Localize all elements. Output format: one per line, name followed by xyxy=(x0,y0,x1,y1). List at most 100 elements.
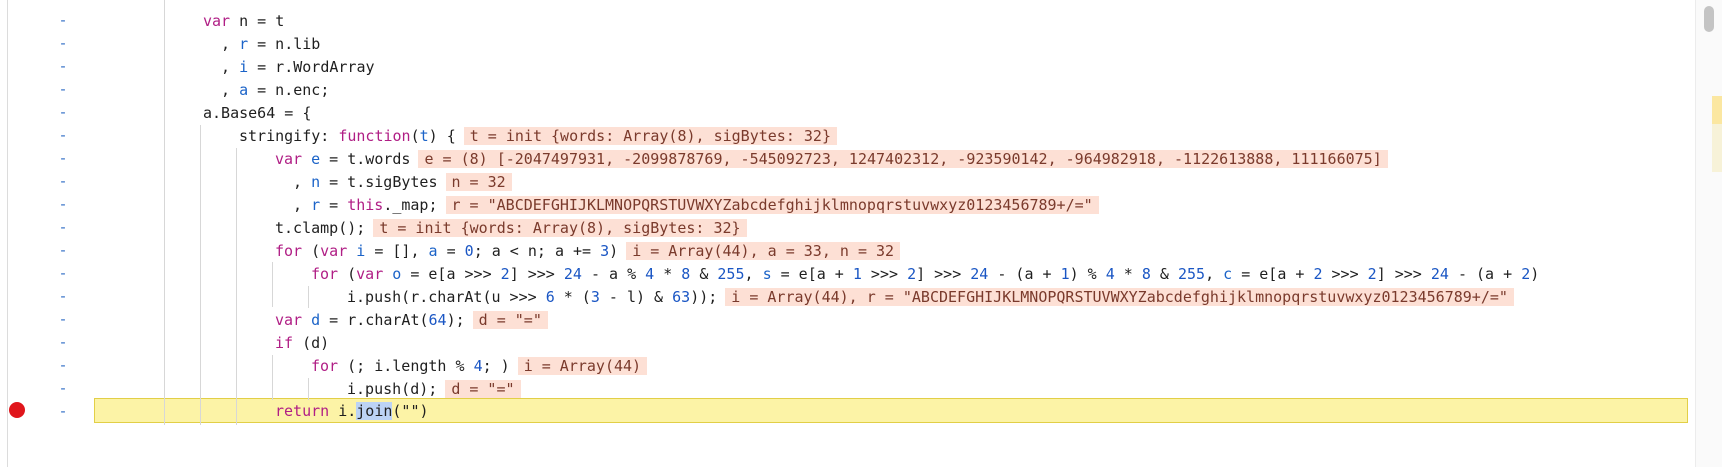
gutter-marker[interactable]: - xyxy=(58,238,68,263)
gutter-marker[interactable]: - xyxy=(58,77,68,102)
number-literal: 1 xyxy=(852,265,862,283)
inline-value[interactable]: d = "=" xyxy=(445,380,521,398)
gutter-marker[interactable]: - xyxy=(58,100,68,125)
gutter-marker[interactable]: - xyxy=(58,330,68,355)
code-line[interactable]: for (; i.length % 4; ) i = Array(44) xyxy=(311,354,648,379)
identifier: n xyxy=(311,173,321,191)
gutter-marker[interactable]: - xyxy=(58,146,68,171)
gutter-marker[interactable]: - xyxy=(58,353,68,378)
code-line[interactable]: for (var o = e[a >>> 2] >>> 24 - a % 4 *… xyxy=(311,262,1539,287)
number-literal: 1 xyxy=(1060,265,1070,283)
code-text: = [], xyxy=(365,242,429,260)
inline-value[interactable]: i = Array(44) xyxy=(517,357,648,375)
keyword: for xyxy=(311,265,339,283)
number-literal: 6 xyxy=(545,288,555,306)
gutter-marker[interactable]: - xyxy=(58,31,68,56)
keyword: var xyxy=(203,12,231,30)
identifier: a xyxy=(428,242,438,260)
code-line[interactable]: var n = t xyxy=(203,9,284,34)
code-text: = e[a + xyxy=(771,265,853,283)
code-line[interactable]: , r = n.lib xyxy=(221,32,320,57)
code-text: ) % xyxy=(1069,265,1106,283)
gutter-marker[interactable]: - xyxy=(58,8,68,33)
code-line[interactable]: , r = this._map; r = "ABCDEFGHIJKLMNOPQRS… xyxy=(293,193,1099,218)
identifier: i xyxy=(239,58,249,76)
number-literal: 8 xyxy=(1141,265,1151,283)
scrollbar-thumb[interactable] xyxy=(1704,6,1714,32)
inline-value[interactable]: i = Array(44), r = "ABCDEFGHIJKLMNOPQRST… xyxy=(725,288,1514,306)
identifier: r xyxy=(239,35,249,53)
inline-value[interactable]: n = 32 xyxy=(445,173,512,191)
number-literal: 4 xyxy=(645,265,655,283)
inline-value[interactable]: r = "ABCDEFGHIJKLMNOPQRSTUVWXYZabcdefghi… xyxy=(445,196,1099,214)
code-text: ] >>> xyxy=(509,265,564,283)
indent-guide xyxy=(236,148,237,425)
code-text: a.Base64 = { xyxy=(203,104,312,122)
code-line[interactable]: var e = t.words e = (8) [-2047497931, -20… xyxy=(275,147,1388,172)
code-text: = t.sigBytes xyxy=(320,173,438,191)
number-literal: 63 xyxy=(672,288,691,306)
identifier: r xyxy=(311,196,321,214)
code-text: ] >>> xyxy=(916,265,971,283)
code-line-current[interactable]: return i.join("") xyxy=(275,399,429,424)
code-line[interactable]: t.clamp(); t = init {words: Array(8), sig… xyxy=(275,216,747,241)
code-text: (d) xyxy=(293,334,330,352)
indent-guide xyxy=(308,378,309,400)
gutter-marker[interactable]: - xyxy=(58,169,68,194)
code-text: = t.words xyxy=(320,150,411,168)
keyword: function xyxy=(338,127,411,145)
code-line[interactable]: stringify: function(t) {t = init {words:… xyxy=(239,124,837,149)
gutter-marker[interactable]: - xyxy=(58,307,68,332)
code-line[interactable]: for (var i = [], a = 0; a < n; a += 3) i … xyxy=(275,239,901,264)
vertical-scrollbar[interactable] xyxy=(1695,0,1722,467)
code-text: , xyxy=(1205,265,1224,283)
inline-value[interactable]: t = init {words: Array(8), sigBytes: 32} xyxy=(463,127,837,145)
inline-value[interactable]: t = init {words: Array(8), sigBytes: 32} xyxy=(373,219,747,237)
overview-ruler-mark xyxy=(1712,96,1722,124)
selected-token[interactable]: join xyxy=(356,402,393,420)
code-text: stringify: xyxy=(239,127,339,145)
code-text: & xyxy=(690,265,718,283)
number-literal: 8 xyxy=(681,265,691,283)
code-text: , xyxy=(221,81,240,99)
code-text: - a % xyxy=(581,265,646,283)
indent-guide xyxy=(200,125,201,425)
gutter-marker[interactable]: - xyxy=(58,215,68,240)
gutter-marker[interactable]: - xyxy=(58,376,68,401)
gutter-marker[interactable]: - xyxy=(58,192,68,217)
code-line[interactable]: if (d) xyxy=(275,331,329,356)
identifier: s xyxy=(762,265,772,283)
code-editor[interactable]: - - - - - - - - - - - - - - - - - - var … xyxy=(0,0,1722,467)
code-line[interactable]: , n = t.sigBytes n = 32 xyxy=(293,170,512,195)
inline-value[interactable]: d = "=" xyxy=(472,311,548,329)
gutter-marker[interactable]: - xyxy=(58,123,68,148)
gutter-marker[interactable]: - xyxy=(58,399,68,424)
number-literal: 4 xyxy=(1105,265,1115,283)
code-text: t.clamp(); xyxy=(275,219,366,237)
code-line[interactable]: , a = n.enc; xyxy=(221,78,329,103)
gutter-marker[interactable]: - xyxy=(58,261,68,286)
code-text: = n.lib xyxy=(248,35,321,53)
code-line[interactable]: i.push(r.charAt(u >>> 6 * (3 - l) & 63))… xyxy=(347,285,1514,310)
indent-guide xyxy=(272,355,273,400)
number-literal: 3 xyxy=(600,242,610,260)
gutter-marker[interactable]: - xyxy=(58,54,68,79)
inline-value[interactable]: e = (8) [-2047497931, -2099878769, -5450… xyxy=(418,150,1388,168)
gutter-marker[interactable]: - xyxy=(58,284,68,309)
code-text: = xyxy=(437,242,465,260)
inline-value[interactable]: i = Array(44), a = 33, n = 32 xyxy=(626,242,901,260)
code-text: ) { xyxy=(428,127,456,145)
identifier: t xyxy=(419,127,429,145)
code-text: ; ) xyxy=(482,357,510,375)
breakpoint-icon[interactable] xyxy=(9,402,25,418)
code-text: ); xyxy=(446,311,465,329)
number-literal: 255 xyxy=(1178,265,1206,283)
code-text: = e[a >>> xyxy=(401,265,501,283)
keyword: var xyxy=(356,265,384,283)
code-text: * ( xyxy=(554,288,591,306)
code-line[interactable]: , i = r.WordArray xyxy=(221,55,375,80)
code-line[interactable]: var d = r.charAt(64); d = "=" xyxy=(275,308,548,333)
code-line[interactable]: a.Base64 = { xyxy=(203,101,311,126)
code-text: , xyxy=(221,35,240,53)
